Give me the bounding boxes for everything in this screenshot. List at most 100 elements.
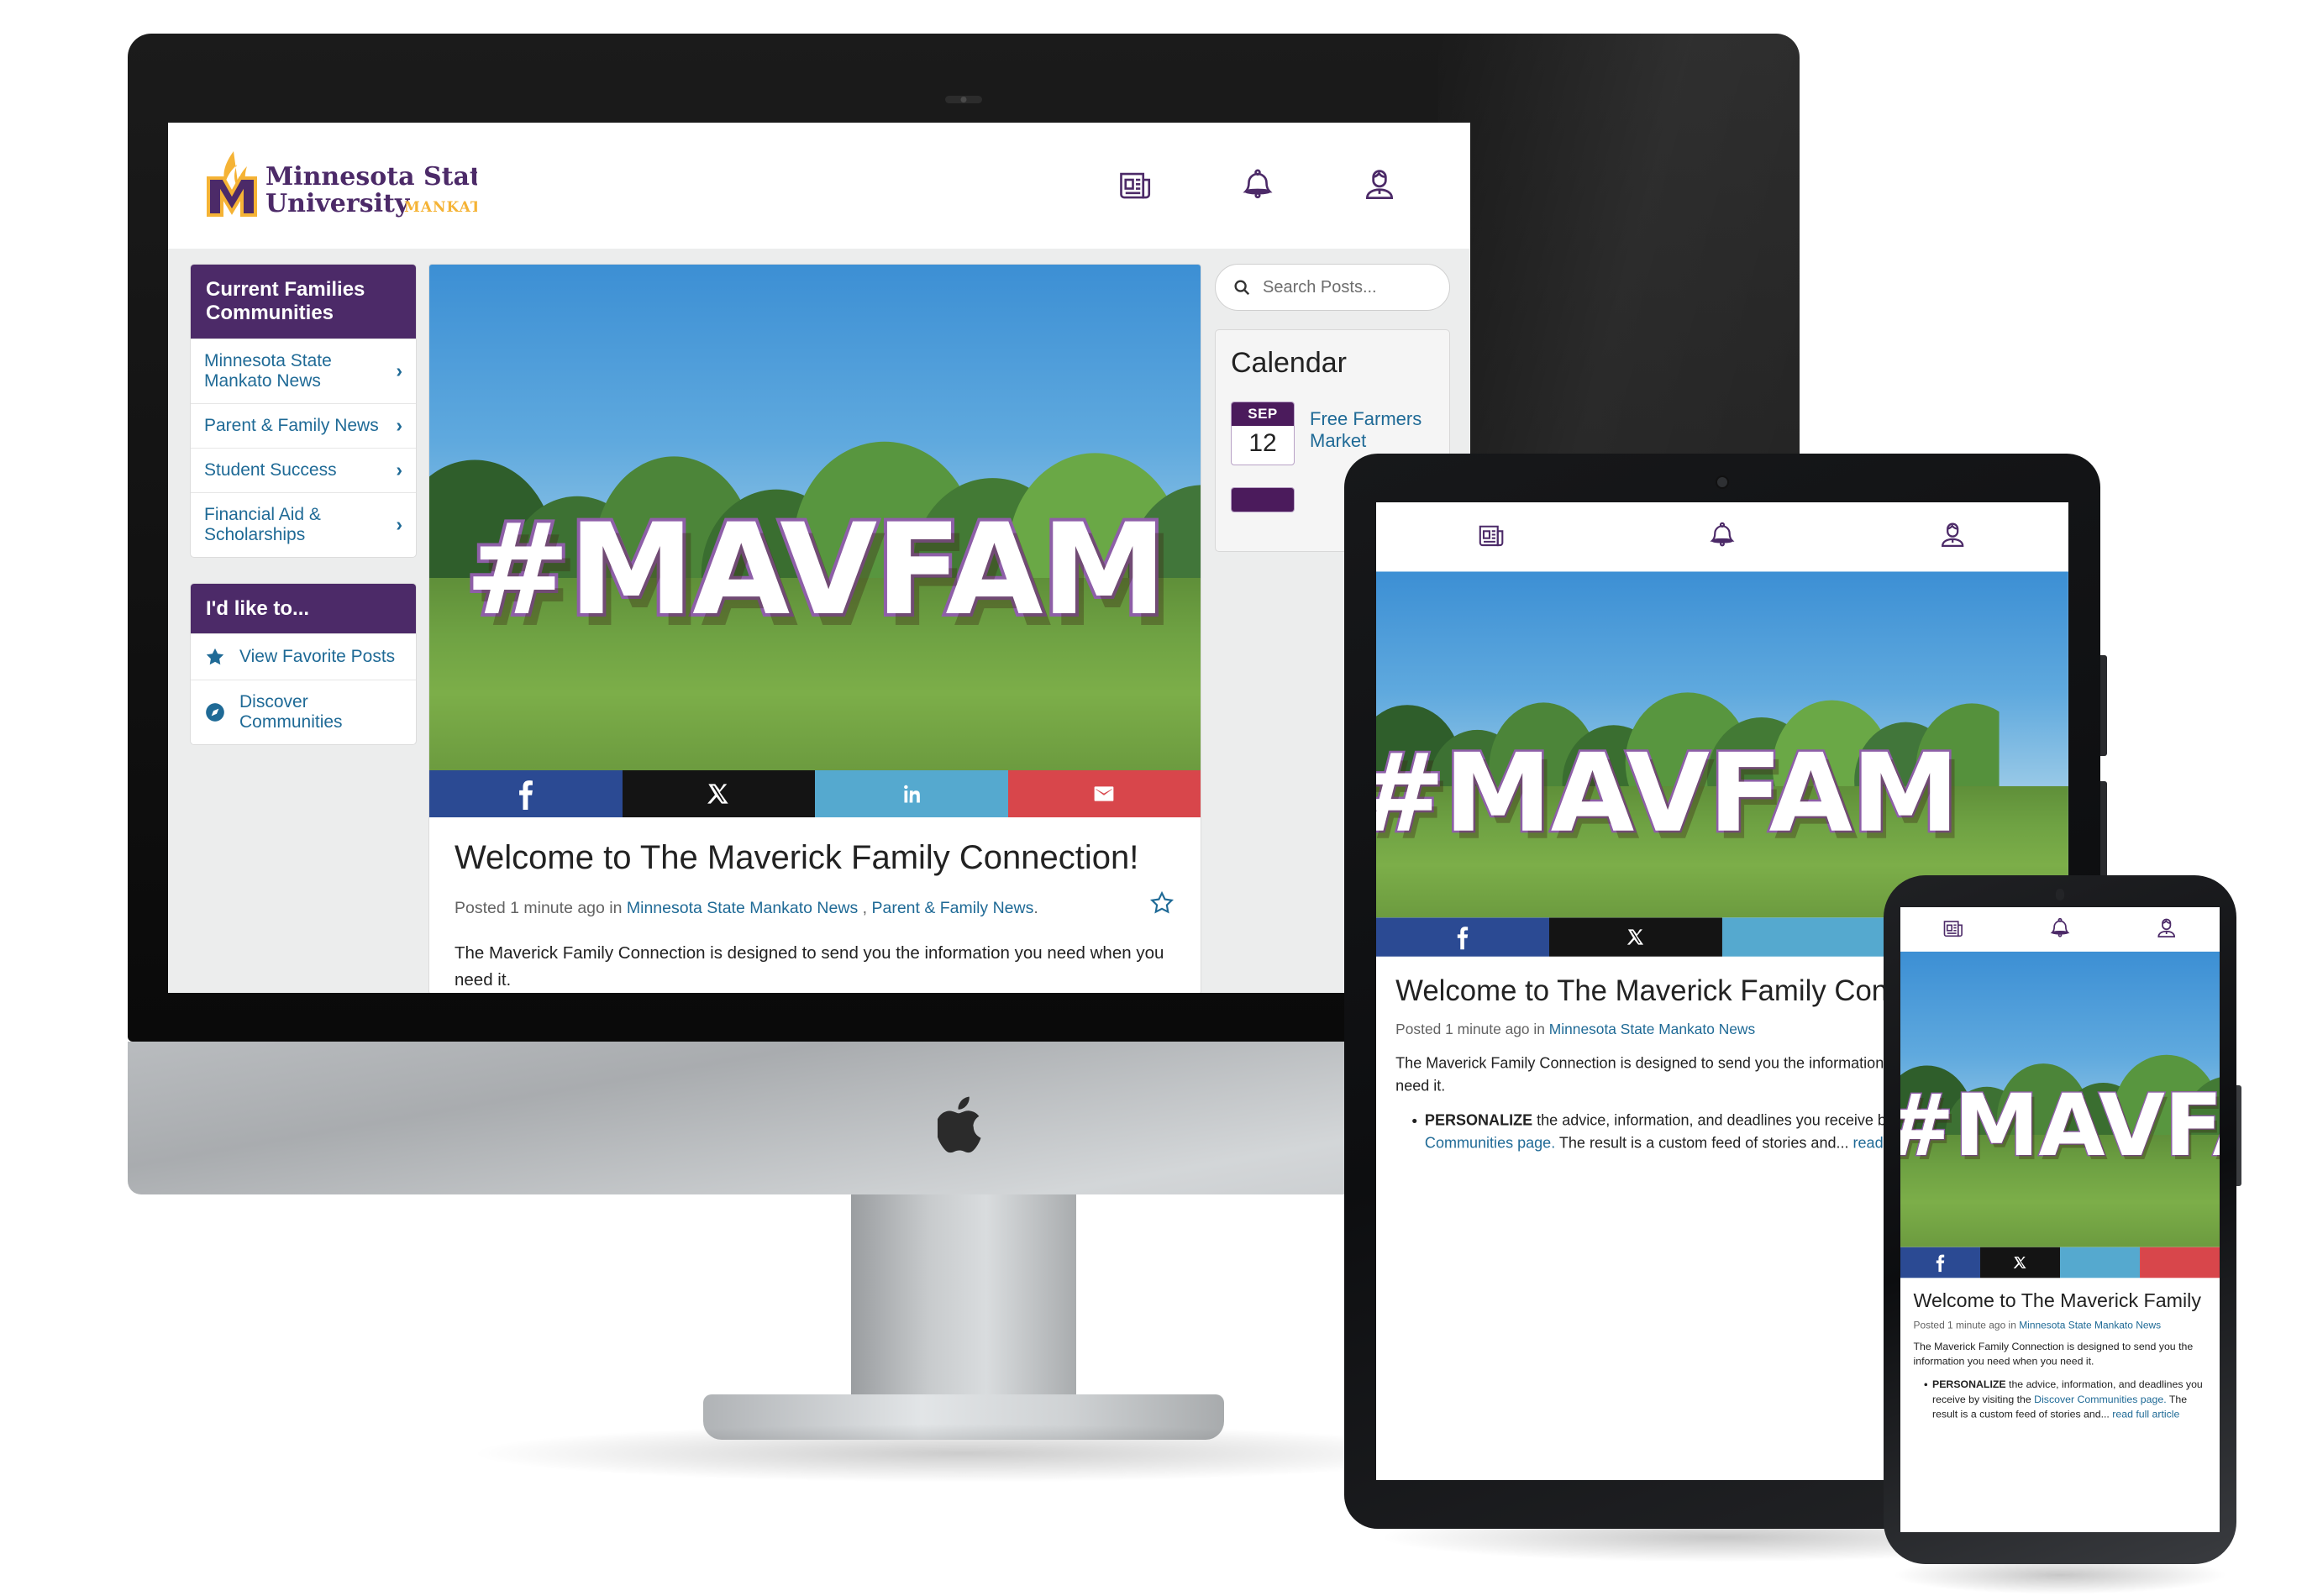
imac-camera [945,96,982,103]
university-logo[interactable]: Minnesota State University MANKATO [200,150,477,222]
facebook-share-button[interactable] [429,770,623,817]
linkedin-share-button[interactable] [1721,917,1895,957]
action-discover-communities[interactable]: Discover Communities [191,680,416,744]
ipad-volume-button-2[interactable] [2100,781,2107,882]
ipad-volume-button[interactable] [2100,655,2107,756]
svg-text:University: University [265,189,411,218]
post-meta-separator: , [858,898,872,917]
x-share-button[interactable] [622,770,815,817]
sidebar-item-label: Parent & Family News [204,415,379,435]
email-share-button[interactable] [2140,1247,2220,1278]
sidebar-item-label: Financial Aid & Scholarships [204,504,321,544]
profile-icon[interactable] [1361,167,1398,204]
apple-logo-icon [938,1096,981,1153]
compass-icon [204,701,226,723]
linkedin-share-button[interactable] [2060,1247,2141,1278]
bullet-bold: PERSONALIZE [1932,1378,2006,1390]
app-body: Current Families Communities Minnesota S… [168,249,1470,993]
post-meta-community-1[interactable]: Minnesota State Mankato News [1549,1021,1755,1037]
share-bar [1900,1247,2220,1278]
post-meta-prefix: Posted 1 minute ago in [455,898,627,917]
calendar-day: 12 [1248,429,1277,457]
bell-icon[interactable] [1240,167,1275,204]
post-hero-image: #MAVFAM [429,265,1201,770]
share-bar [429,770,1201,817]
favorite-star-icon[interactable] [1148,890,1175,921]
post-meta-community-2[interactable]: Parent & Family News [871,899,1033,917]
tablet-header [1376,502,2068,572]
facebook-share-button[interactable] [1376,917,1549,957]
post-meta-prefix: Posted 1 minute ago in [1395,1021,1549,1037]
phone-hero-image: #MAVFAM [1900,951,2220,1247]
news-icon[interactable] [1477,522,1507,553]
news-icon[interactable] [1942,917,1965,941]
profile-icon[interactable] [2155,916,2178,942]
discover-communities-link[interactable]: Discover Communities page. [2034,1394,2166,1405]
sidebar-item-parent-family-news[interactable]: Parent & Family News › [191,402,416,448]
ipad-camera [1716,475,1729,489]
email-share-button[interactable] [1007,770,1201,817]
svg-text:MANKATO: MANKATO [404,199,477,216]
hero-mavfam-text: #MAVFAM [461,494,1170,647]
post-meta: Posted 1 minute ago in Minnesota State M… [1913,1320,2206,1331]
sidebar-item-label: Minnesota State Mankato News [204,350,332,391]
bullet-text-2: The result is a custom feed of stories a… [1555,1134,1849,1152]
action-label: Discover Communities [239,692,343,732]
post-bullet-list: PERSONALIZE the advice, information, and… [1932,1377,2207,1422]
hero-mavfam-text: #MAVFAM [1900,1074,2220,1176]
svg-text:Minnesota State: Minnesota State [265,162,477,192]
iphone-camera [2056,889,2064,900]
chevron-right-icon: › [396,360,402,382]
main-feed: #MAVFAM Welcome to The Maverick Family C… [428,249,1201,993]
post-meta-end: . [1033,898,1038,917]
iphone-device: #MAVFAM Welcome to The Maverick Fa [1884,875,2241,1594]
desktop-app: Minnesota State University MANKATO [168,123,1470,993]
linkedin-share-button[interactable] [815,770,1008,817]
x-share-button[interactable] [1980,1247,2061,1278]
calendar-month: SEP [1232,402,1294,426]
list-item: PERSONALIZE the advice, information, and… [1932,1377,2207,1422]
chevron-right-icon: › [396,414,402,437]
phone-app: #MAVFAM Welcome to The Maverick Fa [1900,907,2220,1532]
profile-icon[interactable] [1937,521,1968,554]
imac-shadow [468,1424,1459,1483]
hero-mavfam-text: #MAVFAM [1376,728,1962,858]
iphone-power-button[interactable] [2236,1085,2241,1186]
sidebar-item-mankato-news[interactable]: Minnesota State Mankato News › [191,338,416,403]
calendar-date-badge [1231,487,1295,512]
read-full-article-link[interactable]: read full article [2112,1409,2179,1420]
post-meta-community-1[interactable]: Minnesota State Mankato News [627,899,858,917]
bullet-bold: PERSONALIZE [1424,1111,1533,1129]
communities-card: Current Families Communities Minnesota S… [190,264,417,558]
post-body-text: The Maverick Family Connection is design… [455,942,1164,990]
actions-card-title: I'd like to... [191,583,416,634]
left-sidebar: Current Families Communities Minnesota S… [168,249,428,993]
iphone-screen: #MAVFAM Welcome to The Maverick Fa [1900,907,2220,1532]
bell-icon[interactable] [1708,521,1737,554]
facebook-share-button[interactable] [1900,1247,1981,1278]
post-meta: Posted 1 minute ago in Minnesota State M… [455,895,1143,921]
bell-icon[interactable] [2048,916,2071,942]
action-view-favorite-posts[interactable]: View Favorite Posts [191,633,416,680]
post-card: #MAVFAM Welcome to The Maverick Family C… [428,264,1201,993]
device-mockup-scene: Minnesota State University MANKATO [0,0,2307,1596]
communities-card-title: Current Families Communities [191,265,416,339]
header-nav [1117,167,1398,204]
post-title: Welcome to The Maverick Family Connectio… [1913,1289,2206,1311]
calendar-month [1232,488,1294,512]
phone-post-content: Welcome to The Maverick Family Connectio… [1900,1278,2220,1421]
news-icon[interactable] [1117,168,1154,203]
app-header: Minnesota State University MANKATO [168,123,1470,249]
imac-screen: Minnesota State University MANKATO [168,123,1470,993]
x-share-button[interactable] [1548,917,1722,957]
calendar-date-badge: SEP 12 [1231,402,1295,465]
post-meta-community-1[interactable]: Minnesota State Mankato News [2019,1320,2161,1331]
calendar-title: Calendar [1231,347,1347,379]
calendar-event-name[interactable]: Free Farmers Market [1310,402,1434,452]
sidebar-item-student-success[interactable]: Student Success › [191,447,416,492]
search-input[interactable]: Search Posts... [1215,264,1450,311]
star-icon [204,646,226,668]
phone-header [1900,907,2220,952]
sidebar-item-financial-aid[interactable]: Financial Aid & Scholarships › [191,491,416,557]
action-label: View Favorite Posts [239,647,396,667]
